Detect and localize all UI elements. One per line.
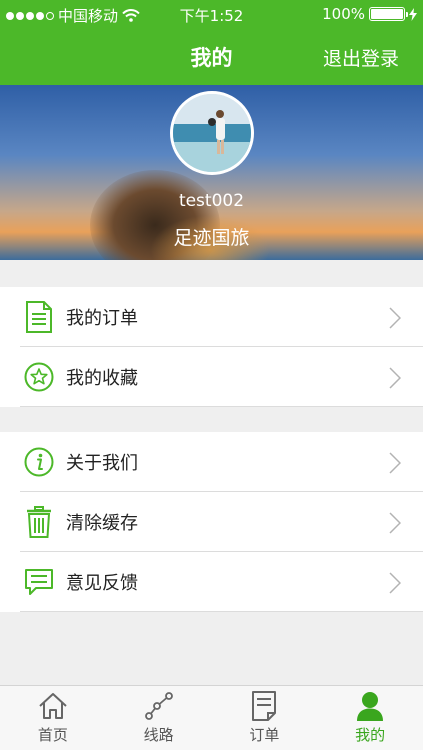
document-icon — [22, 300, 56, 334]
avatar-photo — [173, 94, 251, 172]
menu-item-label: 关于我们 — [66, 453, 138, 474]
chevron-right-icon — [389, 572, 401, 594]
tab-routes[interactable]: 线路 — [106, 686, 212, 750]
brand-name: 足迹国旅 — [173, 227, 250, 249]
avatar[interactable] — [170, 91, 254, 175]
chevron-right-icon — [389, 512, 401, 534]
menu-group-orders: 我的订单 我的收藏 — [0, 287, 423, 407]
trash-icon — [22, 505, 56, 539]
status-right: 100% — [322, 5, 417, 23]
order-icon — [251, 690, 277, 722]
tab-home[interactable]: 首页 — [0, 686, 106, 750]
nav-bar: 我的 退出登录 — [0, 28, 423, 85]
menu-group-settings: 关于我们 清除缓存 意见反馈 — [0, 432, 423, 612]
menu-item-label: 清除缓存 — [66, 513, 138, 534]
menu-item-clear-cache[interactable]: 清除缓存 — [0, 492, 423, 552]
logout-button[interactable]: 退出登录 — [323, 44, 399, 71]
tab-bar: 首页 线路 订单 我的 — [0, 685, 423, 750]
charging-icon — [409, 7, 417, 21]
tab-label: 订单 — [249, 726, 280, 744]
tab-orders[interactable]: 订单 — [212, 686, 318, 750]
divider — [20, 406, 423, 407]
profile-banner: test002 足迹国旅 — [0, 85, 423, 260]
menu-item-my-orders[interactable]: 我的订单 — [0, 287, 423, 347]
user-icon — [356, 690, 384, 722]
battery-percent: 100% — [322, 5, 365, 23]
route-icon — [144, 690, 174, 722]
tab-label: 我的 — [355, 726, 386, 744]
home-icon — [38, 690, 68, 722]
menu-item-label: 我的订单 — [66, 308, 138, 329]
username: test002 — [178, 191, 245, 211]
info-icon — [22, 445, 56, 479]
menu-item-label: 意见反馈 — [66, 573, 138, 594]
menu-item-favorites[interactable]: 我的收藏 — [0, 347, 423, 407]
star-icon — [22, 360, 56, 394]
tab-label: 首页 — [37, 726, 68, 744]
menu-item-about-us[interactable]: 关于我们 — [0, 432, 423, 492]
status-bar: 中国移动 下午1:52 100% — [0, 0, 423, 28]
feedback-icon — [22, 565, 56, 599]
tab-mine[interactable]: 我的 — [317, 686, 423, 750]
chevron-right-icon — [389, 307, 401, 329]
menu-item-feedback[interactable]: 意见反馈 — [0, 552, 423, 612]
chevron-right-icon — [389, 367, 401, 389]
divider — [20, 611, 423, 612]
menu-item-label: 我的收藏 — [66, 368, 138, 389]
header: 中国移动 下午1:52 100% 我的 退出登录 — [0, 0, 423, 85]
battery-icon — [369, 7, 408, 21]
tab-label: 线路 — [143, 726, 174, 744]
chevron-right-icon — [389, 452, 401, 474]
